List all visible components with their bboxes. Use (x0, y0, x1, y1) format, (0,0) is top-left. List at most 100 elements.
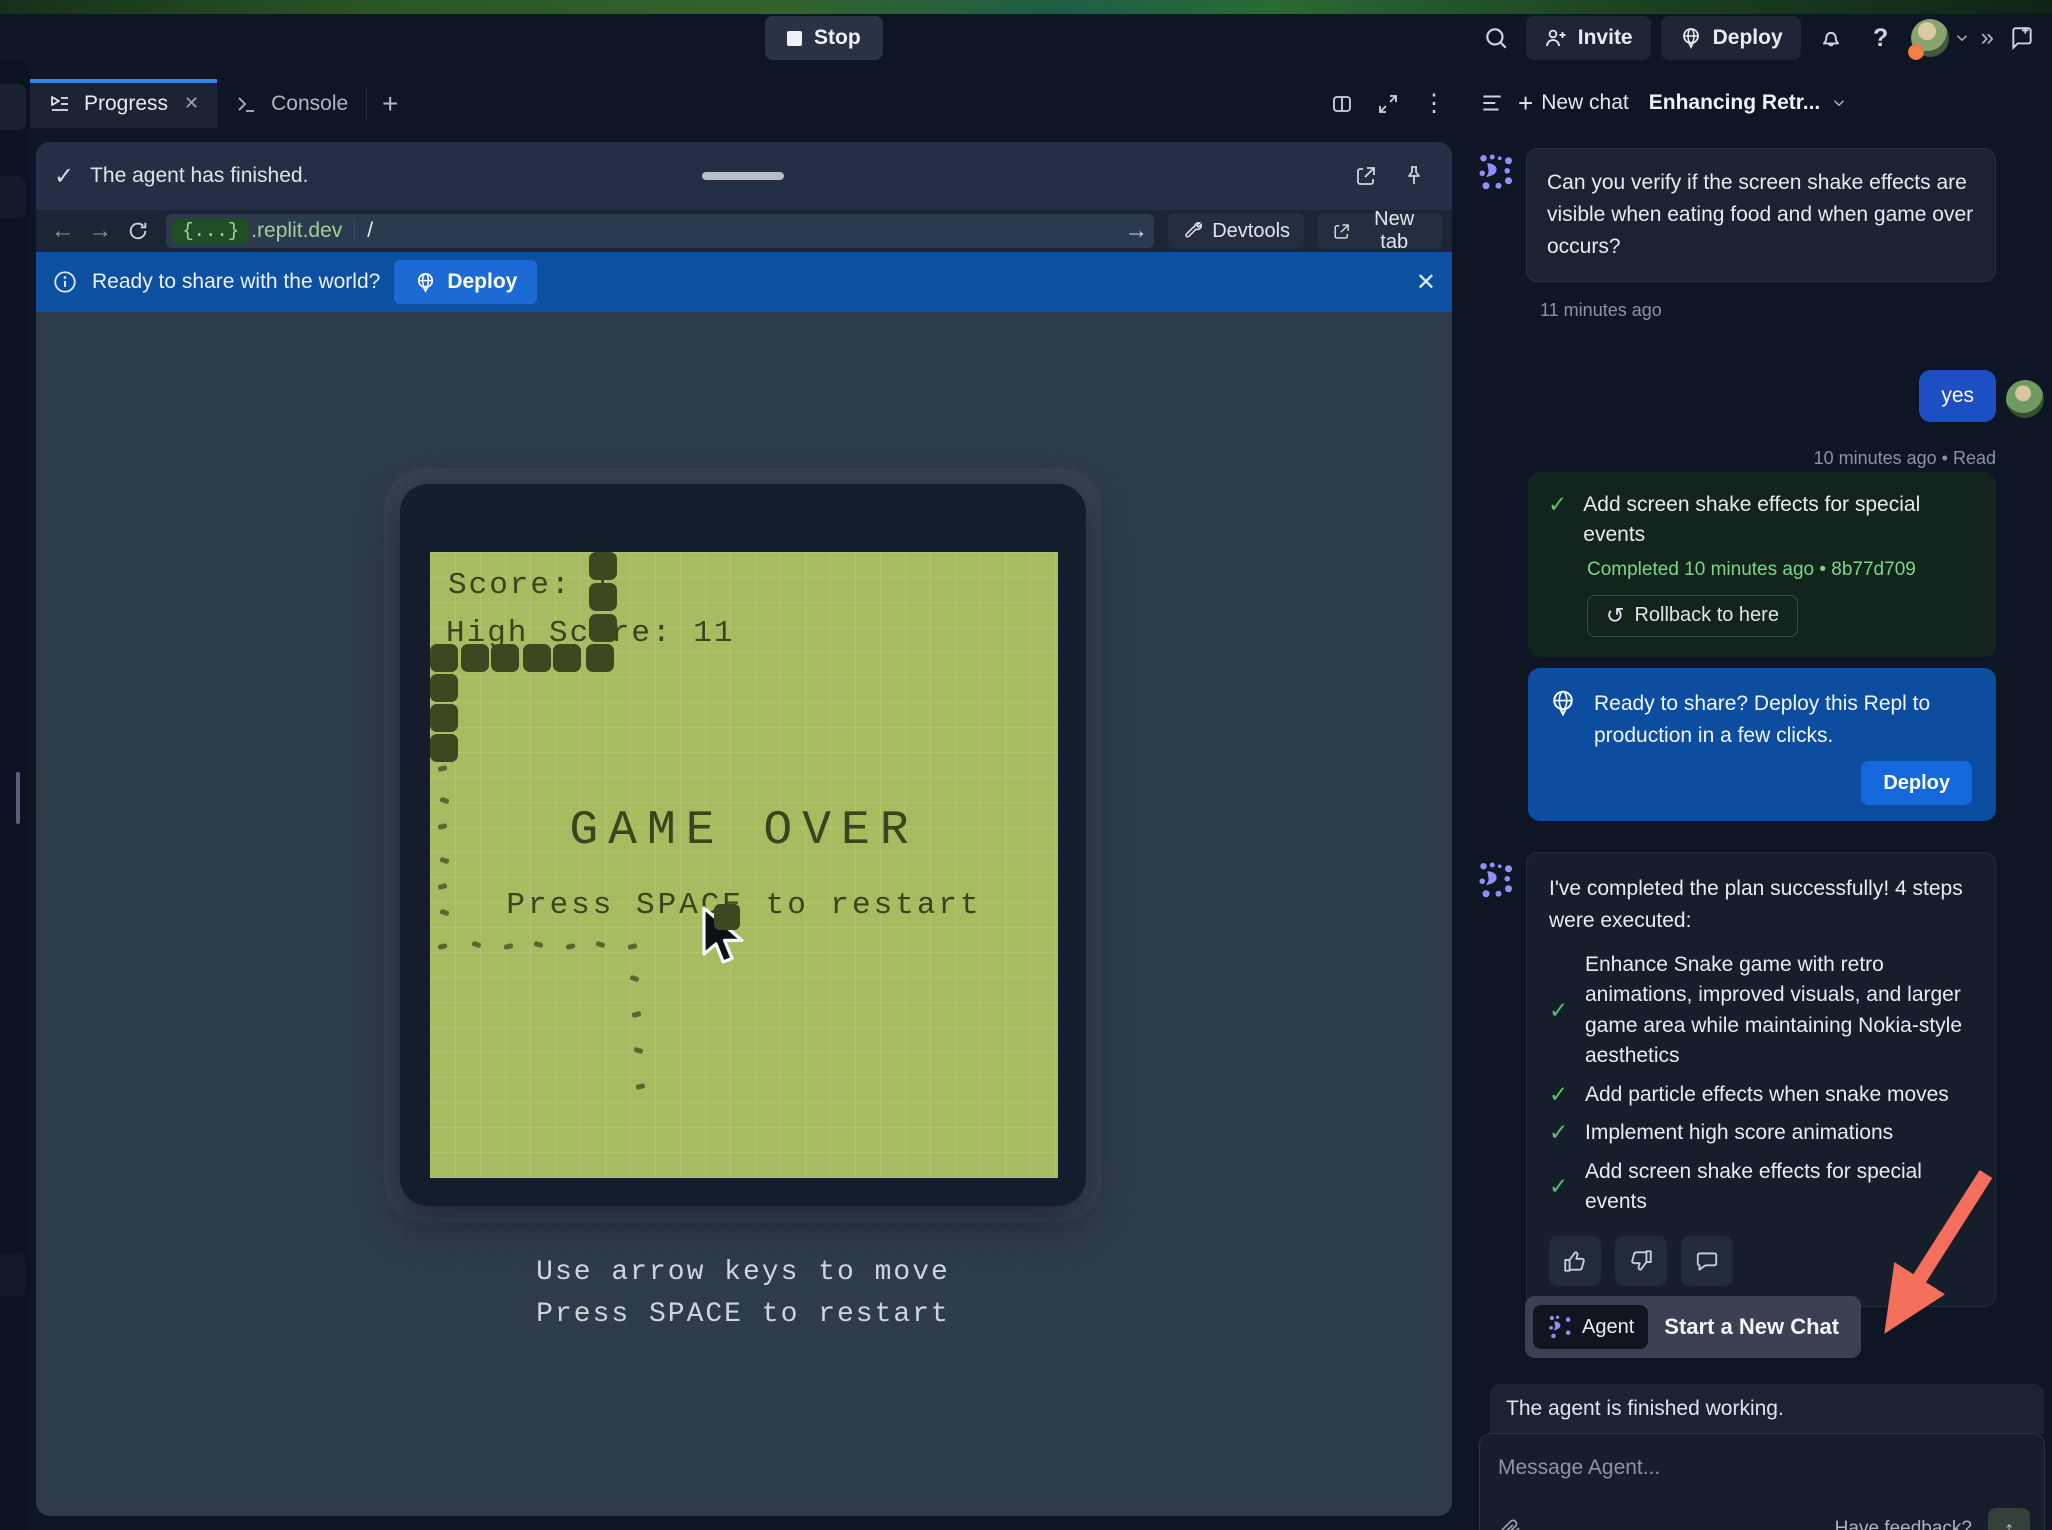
thumbs-up-button[interactable] (1549, 1236, 1601, 1286)
rollback-button[interactable]: ↺ Rollback to here (1587, 595, 1798, 637)
particle (633, 1047, 643, 1055)
account-menu[interactable] (1911, 19, 1971, 57)
notifications-bell-icon[interactable] (1811, 18, 1851, 58)
kebab-menu-icon[interactable]: ⋮ (1414, 84, 1454, 124)
attach-paperclip-icon[interactable] (1498, 1517, 1522, 1530)
terminal-icon (235, 92, 259, 116)
info-icon (52, 269, 78, 295)
rail-item[interactable] (0, 1254, 26, 1296)
game-over-text: GAME OVER (430, 804, 1058, 858)
user-message: yes (1919, 370, 1996, 422)
snake-segment (589, 614, 617, 642)
url-divider (354, 220, 355, 242)
user-chat-avatar (2006, 380, 2044, 418)
agent-badge: Agent (1533, 1305, 1648, 1349)
agent-logo-icon (1547, 1314, 1573, 1340)
particle (438, 765, 448, 772)
reply-timestamp: 10 minutes ago • Read (1814, 448, 1996, 469)
banner-close-icon[interactable]: ✕ (1416, 268, 1436, 297)
plan-step: ✓ Add particle effects when snake moves (1549, 1080, 1973, 1110)
rail-scrollbar-thumb[interactable] (16, 772, 20, 824)
expand-pane-icon[interactable] (1368, 84, 1408, 124)
comment-button[interactable] (1681, 1236, 1733, 1286)
have-feedback-link[interactable]: Have feedback? (1835, 1518, 1972, 1530)
thumbs-down-button[interactable] (1615, 1236, 1667, 1286)
pane-controls: ⋮ (1322, 79, 1458, 128)
send-message-button[interactable]: ↑ (1988, 1508, 2030, 1530)
banner-deploy-label: Deploy (447, 270, 517, 294)
devtools-button[interactable]: Devtools (1168, 213, 1304, 249)
stop-button[interactable]: Stop (765, 16, 883, 60)
agent-logo-icon (1476, 152, 1516, 192)
message-agent-input[interactable] (1498, 1456, 2026, 1480)
tab-progress[interactable]: Progress ✕ (30, 79, 217, 128)
new-tab-plus-button[interactable]: + (367, 79, 413, 128)
particle (629, 975, 639, 983)
game-screen[interactable]: Score: 1 High Score: 11 GAME OVER Press … (430, 552, 1058, 1178)
plan-step-text: Enhance Snake game with retro animations… (1585, 950, 1973, 1072)
progress-icon (48, 92, 72, 116)
new-tab-button[interactable]: New tab (1318, 213, 1442, 249)
tab-progress-label: Progress (84, 92, 168, 116)
go-arrow-icon[interactable]: → (1124, 217, 1148, 245)
back-icon[interactable]: ← (46, 217, 79, 245)
snake-segment (589, 583, 617, 611)
invite-label: Invite (1578, 26, 1633, 50)
deploy-button[interactable]: Deploy (1661, 16, 1801, 60)
globe-icon (1548, 688, 1578, 751)
split-pane-icon[interactable] (1322, 84, 1362, 124)
pin-icon[interactable] (1394, 156, 1434, 196)
tab-close-icon[interactable]: ✕ (184, 93, 199, 114)
checkpoint-meta: Completed 10 minutes ago • 8b77d709 (1587, 559, 1976, 581)
particle (533, 941, 543, 949)
avatar-status-badge (1908, 44, 1924, 60)
topbar-right-cluster: Invite Deploy ? » (1476, 14, 2042, 62)
snake-segment (491, 644, 519, 672)
game-help-move: Use arrow keys to move (400, 1257, 1086, 1288)
chat-header: + New chat Enhancing Retr... (1458, 78, 2052, 128)
search-icon[interactable] (1476, 18, 1516, 58)
snake-segment (430, 704, 458, 732)
banner-deploy-button[interactable]: Deploy (394, 260, 537, 304)
particle (471, 941, 481, 949)
completion-intro: I've completed the plan successfully! 4 … (1549, 873, 1973, 936)
tab-console-label: Console (271, 92, 348, 116)
message-timestamp: 11 minutes ago (1540, 300, 1662, 321)
invite-button[interactable]: Invite (1526, 16, 1651, 60)
open-external-icon[interactable] (1346, 156, 1386, 196)
start-new-chat-button[interactable]: Agent Start a New Chat (1525, 1296, 1861, 1358)
snake-segment (589, 552, 617, 580)
panel-toggle-icon[interactable] (2002, 18, 2042, 58)
drag-handle[interactable] (702, 172, 784, 180)
new-chat-button[interactable]: + New chat (1518, 90, 1629, 116)
game-help-restart: Press SPACE to restart (400, 1299, 1086, 1330)
particle (595, 941, 605, 949)
check-icon: ✓ (1549, 996, 1571, 1026)
snake-segment (430, 644, 458, 672)
plus-icon: + (1518, 90, 1533, 116)
agent-logo-icon (1476, 860, 1516, 900)
forward-icon[interactable]: → (83, 217, 116, 245)
chevron-down-icon (1953, 29, 1971, 47)
globe-icon (1679, 26, 1703, 50)
rail-item[interactable] (0, 176, 26, 218)
chat-title-dropdown[interactable]: Enhancing Retr... (1649, 91, 1849, 115)
deploy-promo-card: Ready to share? Deploy this Repl to prod… (1528, 668, 1996, 821)
deploy-card-button[interactable]: Deploy (1861, 761, 1972, 805)
check-icon: ✓ (54, 162, 74, 191)
desktop-wallpaper-strip (0, 0, 2052, 14)
chat-list-icon[interactable] (1472, 83, 1512, 123)
particle (504, 943, 514, 950)
help-icon[interactable]: ? (1861, 18, 1901, 58)
collapse-chevrons-icon[interactable]: » (1981, 24, 1992, 52)
rail-item[interactable] (0, 84, 26, 130)
left-rail (0, 62, 30, 1530)
address-bar[interactable]: {...} .replit.dev / → (166, 214, 1154, 248)
agent-status-toolbar: ✓ The agent has finished. (36, 142, 1452, 210)
url-path: / (367, 219, 373, 243)
new-tab-label: New tab (1360, 208, 1428, 254)
particle (632, 1011, 642, 1018)
agent-finished-status: The agent is finished working. (1490, 1384, 2044, 1434)
tab-console[interactable]: Console (217, 79, 366, 128)
reload-icon[interactable] (121, 220, 154, 242)
